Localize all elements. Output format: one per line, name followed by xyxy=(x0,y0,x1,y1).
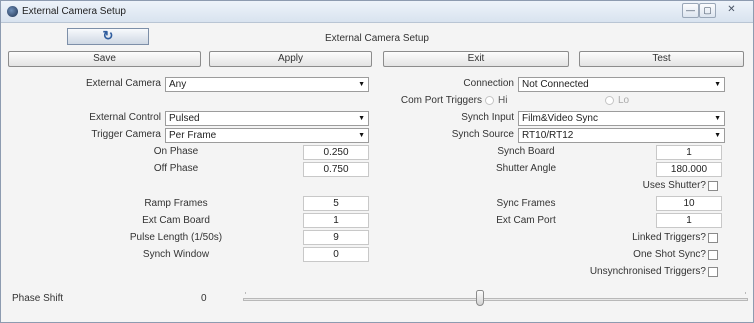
unsynchronised-triggers-label: Unsynchronised Triggers? xyxy=(589,266,706,277)
window-title: External Camera Setup xyxy=(22,6,126,17)
apply-button[interactable]: Apply xyxy=(209,51,372,67)
ext-cam-board-input[interactable]: 1 xyxy=(303,213,369,228)
phase-shift-value: 0 xyxy=(201,293,207,304)
trigger-camera-value: Per Frame xyxy=(169,130,217,141)
external-camera-setup-window: External Camera Setup — ▢ ✕ ↻ External C… xyxy=(0,0,754,323)
phase-shift-slider-track[interactable] xyxy=(243,298,748,301)
pulse-length-label: Pulse Length (1/50s) xyxy=(129,232,223,243)
off-phase-input[interactable]: 0.750 xyxy=(303,162,369,177)
unsynchronised-triggers-checkbox[interactable] xyxy=(708,267,718,277)
title-bar: External Camera Setup — ▢ ✕ xyxy=(1,1,753,23)
minimize-button[interactable]: — xyxy=(682,3,699,18)
uses-shutter-label: Uses Shutter? xyxy=(642,180,706,191)
on-phase-input[interactable]: 0.250 xyxy=(303,145,369,160)
chevron-down-icon: ▼ xyxy=(358,115,365,122)
linked-triggers-label: Linked Triggers? xyxy=(632,232,706,243)
sync-frames-input[interactable]: 10 xyxy=(656,196,722,211)
com-port-triggers-label: Com Port Triggers xyxy=(400,95,482,106)
chevron-down-icon: ▼ xyxy=(358,81,365,88)
connection-value: Not Connected xyxy=(522,79,589,90)
synch-source-label: Synch Source xyxy=(451,129,514,140)
external-control-select[interactable]: Pulsed ▼ xyxy=(165,111,369,126)
slider-tick xyxy=(245,292,246,294)
slider-tick xyxy=(745,292,746,294)
synch-source-select[interactable]: RT10/RT12 ▼ xyxy=(518,128,725,143)
com-port-hi-label: Hi xyxy=(498,95,508,106)
ramp-frames-label: Ramp Frames xyxy=(144,198,208,209)
page-title: External Camera Setup xyxy=(325,33,429,44)
app-icon xyxy=(7,6,18,17)
one-shot-sync-label: One Shot Sync? xyxy=(633,249,706,260)
ramp-frames-input[interactable]: 5 xyxy=(303,196,369,211)
sync-frames-label: Sync Frames xyxy=(496,198,556,209)
shutter-angle-label: Shutter Angle xyxy=(495,163,557,174)
chevron-down-icon: ▼ xyxy=(714,81,721,88)
chevron-down-icon: ▼ xyxy=(358,132,365,139)
external-control-value: Pulsed xyxy=(169,113,200,124)
com-port-hi-radio[interactable] xyxy=(485,96,494,105)
linked-triggers-checkbox[interactable] xyxy=(708,233,718,243)
external-camera-value: Any xyxy=(169,79,187,90)
one-shot-sync-checkbox[interactable] xyxy=(708,250,718,260)
synch-input-value: Film&Video Sync xyxy=(522,113,598,124)
off-phase-label: Off Phase xyxy=(153,163,199,174)
trigger-camera-select[interactable]: Per Frame ▼ xyxy=(165,128,369,143)
save-button[interactable]: Save xyxy=(8,51,201,67)
external-camera-label: External Camera xyxy=(85,78,161,89)
close-button[interactable]: ✕ xyxy=(721,3,742,18)
synch-board-label: Synch Board xyxy=(497,146,555,157)
synch-window-input[interactable]: 0 xyxy=(303,247,369,262)
com-port-lo-radio[interactable] xyxy=(605,96,614,105)
pulse-length-input[interactable]: 9 xyxy=(303,230,369,245)
trigger-camera-label: Trigger Camera xyxy=(91,129,161,140)
test-button[interactable]: Test xyxy=(579,51,744,67)
ext-cam-board-label: Ext Cam Board xyxy=(142,215,210,226)
chevron-down-icon: ▼ xyxy=(714,115,721,122)
external-camera-select[interactable]: Any ▼ xyxy=(165,77,369,92)
phase-shift-slider-thumb[interactable] xyxy=(476,290,485,306)
ext-cam-port-label: Ext Cam Port xyxy=(496,215,556,226)
synch-window-label: Synch Window xyxy=(142,249,210,260)
synch-input-select[interactable]: Film&Video Sync ▼ xyxy=(518,111,725,126)
on-phase-label: On Phase xyxy=(153,146,199,157)
phase-shift-label: Phase Shift xyxy=(12,293,64,304)
synch-input-label: Synch Input xyxy=(461,112,514,123)
synch-board-input[interactable]: 1 xyxy=(656,145,722,160)
synch-source-value: RT10/RT12 xyxy=(522,130,574,141)
com-port-lo-label: Lo xyxy=(618,95,630,106)
shutter-angle-input[interactable]: 180.000 xyxy=(656,162,722,177)
connection-select[interactable]: Not Connected ▼ xyxy=(518,77,725,92)
connection-label: Connection xyxy=(463,78,514,89)
ext-cam-port-input[interactable]: 1 xyxy=(656,213,722,228)
uses-shutter-checkbox[interactable] xyxy=(708,181,718,191)
maximize-button[interactable]: ▢ xyxy=(699,3,716,18)
external-control-label: External Control xyxy=(89,112,161,123)
chevron-down-icon: ▼ xyxy=(714,132,721,139)
exit-button[interactable]: Exit xyxy=(383,51,569,67)
